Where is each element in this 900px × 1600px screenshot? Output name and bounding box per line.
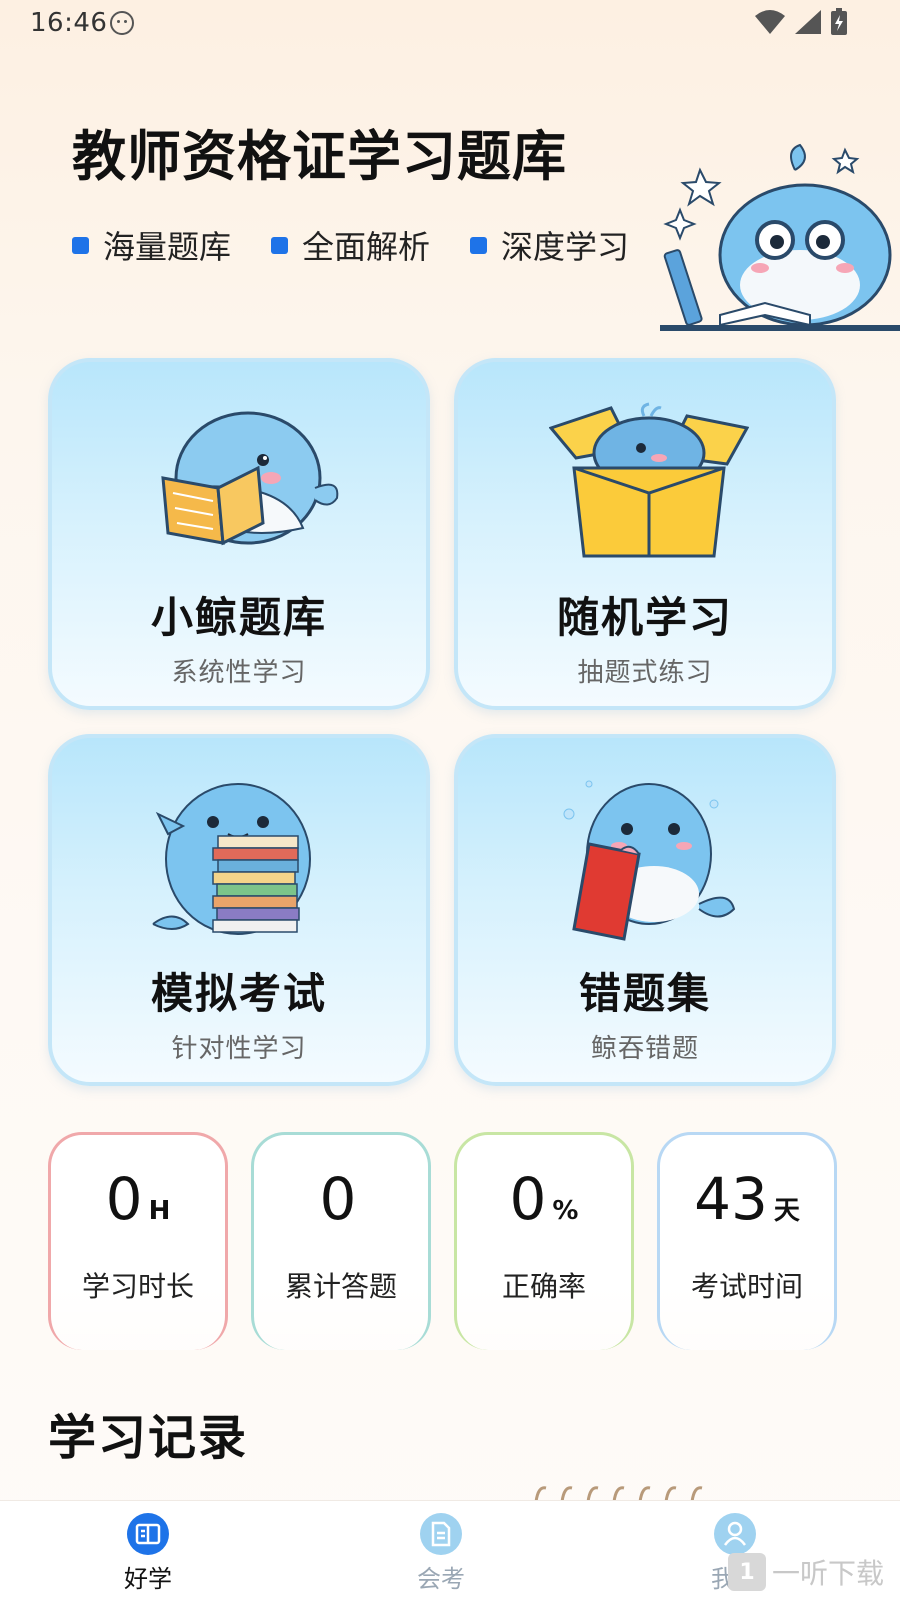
watermark-logo-icon: 1 <box>728 1553 766 1591</box>
card-mock-exam[interactable]: 模拟考试 针对性学习 <box>48 734 430 1086</box>
feature-item: 深度学习 <box>470 222 629 268</box>
bullet-icon <box>72 236 89 254</box>
card-random-study[interactable]: 随机学习 抽题式练习 <box>454 358 836 710</box>
wifi-icon <box>755 10 785 34</box>
stat-label: 累计答题 <box>284 1270 397 1303</box>
feature-label: 深度学习 <box>501 228 630 266</box>
card-subtitle: 抽题式练习 <box>577 658 713 688</box>
nav-tab-exam[interactable]: 会考 <box>381 1513 501 1594</box>
feature-label: 全面解析 <box>302 228 431 266</box>
notification-face-icon <box>110 11 134 35</box>
stat-label: 学习时长 <box>81 1270 194 1303</box>
nav-label: 好学 <box>124 1565 172 1593</box>
status-time: 16:46 <box>30 8 108 38</box>
card-question-bank[interactable]: 小鲸题库 系统性学习 <box>48 358 430 710</box>
whale-hugging-books-icon <box>152 783 311 935</box>
status-bar: 16:46 <box>0 0 900 46</box>
stat-exam-countdown: 43 天 考试时间 <box>657 1132 837 1350</box>
card-title: 模拟考试 <box>150 969 327 1018</box>
stat-label: 正确率 <box>501 1270 586 1303</box>
whale-in-box-icon <box>549 402 749 558</box>
feature-list: 海量题库 全面解析 深度学习 <box>72 222 629 268</box>
book-icon <box>127 1513 169 1555</box>
stat-value: 43 天 <box>694 1165 800 1233</box>
card-title: 错题集 <box>578 969 711 1018</box>
stat-unit: H <box>148 1196 171 1226</box>
section-title-study-records: 学习记录 <box>48 1410 249 1466</box>
card-subtitle: 系统性学习 <box>171 658 307 688</box>
bullet-icon <box>271 236 289 254</box>
card-subtitle: 鲸吞错题 <box>590 1034 699 1064</box>
stat-label: 考试时间 <box>690 1270 803 1303</box>
whale-eating-book-icon <box>563 780 736 941</box>
whale-reading-book-icon <box>161 411 339 546</box>
card-title: 小鲸题库 <box>150 593 327 642</box>
stat-total-answered: 0 累计答题 <box>251 1132 431 1350</box>
page-title: 教师资格证学习题库 <box>72 125 567 188</box>
stat-value: 0 <box>319 1165 357 1233</box>
battery-icon <box>831 8 847 35</box>
feature-item: 海量题库 <box>72 222 231 268</box>
nav-tab-study[interactable]: 好学 <box>88 1513 208 1594</box>
stat-unit: % <box>552 1196 579 1226</box>
stat-accuracy: 0% 正确率 <box>454 1132 634 1350</box>
document-icon <box>420 1513 462 1555</box>
card-wrong-answers[interactable]: 错题集 鲸吞错题 <box>454 734 836 1086</box>
bullet-icon <box>470 236 488 254</box>
stat-value: 0H <box>105 1165 171 1233</box>
stat-unit: 天 <box>773 1196 800 1226</box>
status-icons <box>754 8 848 36</box>
signal-icon <box>795 10 821 34</box>
feature-label: 海量题库 <box>103 228 232 266</box>
user-icon <box>714 1513 756 1555</box>
card-title: 随机学习 <box>556 593 733 642</box>
whale-mascot-icon <box>660 143 900 331</box>
stat-value: 0% <box>509 1165 579 1233</box>
nav-label: 会考 <box>417 1565 465 1593</box>
watermark: 1 一听下载 <box>728 1552 884 1592</box>
stat-study-duration: 0H 学习时长 <box>48 1132 228 1350</box>
feature-item: 全面解析 <box>271 222 430 268</box>
card-subtitle: 针对性学习 <box>171 1034 307 1064</box>
watermark-text: 一听下载 <box>772 1557 885 1590</box>
